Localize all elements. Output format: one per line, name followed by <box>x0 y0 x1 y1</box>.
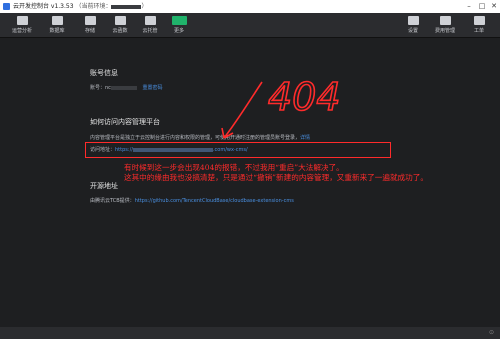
minimize-icon[interactable]: – <box>463 0 475 13</box>
reset-password-link[interactable]: 重置密码 <box>143 85 163 91</box>
toolbar-label: 更多 <box>173 28 184 34</box>
toolbar-hosting-button[interactable]: 云托管 <box>135 15 165 37</box>
access-description: 内容管理平台是独立于云控制台进行内容和权限的管理，可使用开通时注册的管理员账号登… <box>90 134 310 141</box>
toolbar-ticket-button[interactable]: 工单 <box>464 15 494 37</box>
source-row: 由腾讯云TCB提供：https://github.com/TencentClou… <box>90 197 294 204</box>
account-row: 账号：nc 重置密码 <box>90 84 163 91</box>
storage-icon <box>84 16 96 25</box>
toolbar-label: 运营分析 <box>11 28 32 34</box>
chart-icon <box>16 16 28 25</box>
source-heading: 开源地址 <box>90 182 118 190</box>
title-bar: 云开发控制台 v1.3.53 （当前环境： ） – □ ✕ <box>0 0 500 13</box>
toolbar-label: 数据库 <box>49 28 65 34</box>
more-icon <box>171 16 187 25</box>
annotation-line-2: 这其中的缘由我也没搞清楚，只是通过“撤销”新建的内容管理，又重新来了一遍就成功了… <box>124 173 428 182</box>
close-icon[interactable]: ✕ <box>488 0 500 13</box>
hosting-icon <box>144 16 156 25</box>
detail-link[interactable]: 详情 <box>300 135 310 141</box>
toolbar-label: 云托管 <box>142 28 158 34</box>
status-bar: ⊙ <box>0 327 500 339</box>
toolbar-more-button[interactable]: 更多 <box>164 15 194 37</box>
toolbar-label: 工单 <box>473 28 484 34</box>
access-description-text: 内容管理平台是独立于云控制台进行内容和权限的管理，可使用开通时注册的管理员账号登… <box>90 135 301 141</box>
toolbar-label: 云函数 <box>112 28 128 34</box>
maximize-icon[interactable]: □ <box>476 0 488 13</box>
database-icon <box>51 16 63 25</box>
access-url-prefix[interactable]: https:// <box>115 147 133 153</box>
access-url-suffix[interactable]: .com/wx-cms/ <box>213 147 248 153</box>
source-label: 由腾讯云TCB提供： <box>90 198 135 204</box>
app-logo-icon <box>3 3 10 10</box>
toolbar-label: 设置 <box>407 28 418 34</box>
feedback-icon[interactable]: ⊙ <box>489 329 494 336</box>
account-label: 账号： <box>90 85 106 91</box>
account-masked <box>110 85 137 90</box>
toolbar-settings-button[interactable]: 设置 <box>398 15 428 37</box>
toolbar: 运营分析 数据库 存储 云函数 云托管 更多 设置 费用管理 工单 <box>0 13 500 38</box>
toolbar-database-button[interactable]: 数据库 <box>42 15 72 37</box>
toolbar-label: 存储 <box>84 28 95 34</box>
account-heading: 账号信息 <box>90 69 118 77</box>
access-url-row: 访问地址：https:// .com/wx-cms/ <box>90 146 248 153</box>
toolbar-storage-button[interactable]: 存储 <box>75 15 105 37</box>
window-title: 云开发控制台 v1.3.53 （当前环境： ） <box>13 0 148 13</box>
source-link[interactable]: https://github.com/TencentCloudBase/clou… <box>135 198 294 204</box>
toolbar-label: 费用管理 <box>434 28 455 34</box>
env-suffix: ） <box>141 3 148 10</box>
window-title-text: 云开发控制台 v1.3.53 <box>13 3 74 10</box>
toolbar-functions-button[interactable]: 云函数 <box>105 15 135 37</box>
toolbar-analytics-button[interactable]: 运营分析 <box>7 15 37 37</box>
access-heading: 如何访问内容管理平台 <box>90 118 160 126</box>
env-label: （当前环境： <box>75 3 112 10</box>
settings-icon <box>407 16 419 25</box>
app-window: 云开发控制台 v1.3.53 （当前环境： ） – □ ✕ 运营分析 数据库 存储… <box>0 0 500 339</box>
access-url-masked <box>132 147 213 152</box>
ticket-icon <box>473 16 485 25</box>
main-content <box>0 39 500 327</box>
env-masked <box>111 4 142 9</box>
access-url-label: 访问地址： <box>90 147 116 153</box>
function-icon <box>114 16 126 25</box>
billing-icon <box>439 16 451 25</box>
toolbar-billing-button[interactable]: 费用管理 <box>430 15 460 37</box>
